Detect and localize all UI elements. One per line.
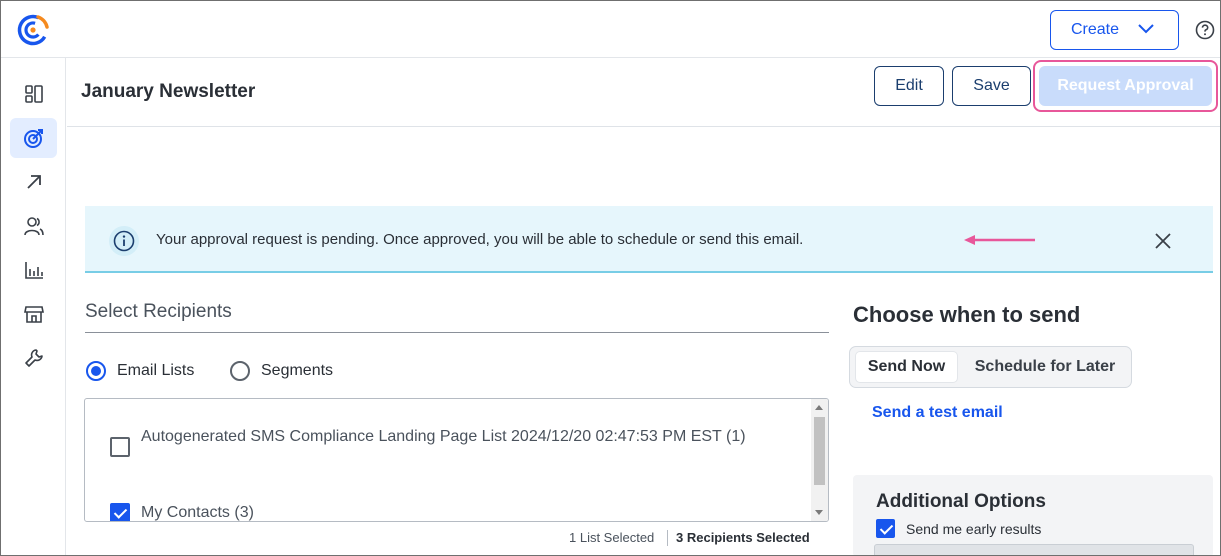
list-item-label: Autogenerated SMS Compliance Landing Pag… (141, 428, 746, 445)
list-checkbox[interactable] (110, 437, 130, 457)
schedule-later-tab[interactable]: Schedule for Later (964, 351, 1126, 383)
radio-segments[interactable]: Segments (230, 360, 333, 382)
request-approval-button[interactable]: Request Approval (1039, 66, 1212, 106)
storefront-icon (23, 306, 44, 323)
constant-contact-logo[interactable] (16, 13, 50, 47)
arrow-up-right-icon (26, 175, 41, 189)
create-button[interactable]: Create (1050, 10, 1179, 50)
radio-label: Email Lists (117, 362, 195, 379)
scroll-thumb[interactable] (814, 417, 825, 485)
save-button[interactable]: Save (952, 66, 1031, 106)
sidebar-item-reporting[interactable] (10, 250, 57, 290)
radio-button-unchecked (230, 361, 250, 381)
reporting-chart-icon (24, 262, 43, 279)
radio-label: Segments (261, 362, 334, 379)
radio-email-lists[interactable]: Email Lists (86, 360, 194, 382)
additional-options-title: Additional Options (876, 491, 1046, 512)
question-circle-icon[interactable] (1195, 20, 1215, 40)
banner-message: Your approval request is pending. Once a… (156, 231, 804, 248)
page-title: January Newsletter (81, 81, 256, 102)
dashboard-icon (24, 85, 43, 103)
early-results-label: Send me early results (906, 520, 1042, 537)
choose-when-title: Choose when to send (853, 302, 1081, 327)
additional-options-panel: Additional Options Send me early results (853, 475, 1213, 555)
campaigns-target-icon (23, 129, 43, 148)
wrench-tools-icon (24, 349, 43, 367)
options-field[interactable] (874, 544, 1194, 555)
select-recipients-title: Select Recipients (85, 301, 232, 322)
chevron-down-icon (1138, 24, 1154, 34)
sidebar-item-dashboard[interactable] (10, 74, 57, 114)
info-icon (109, 226, 139, 256)
send-test-email-link[interactable]: Send a test email (872, 404, 1003, 422)
list-scrollbar[interactable] (811, 399, 828, 521)
contacts-icon (23, 217, 44, 236)
sidebar-item-contacts[interactable] (10, 206, 57, 246)
header-divider (67, 126, 1220, 127)
sidebar (1, 58, 66, 555)
early-results-option[interactable]: Send me early results (876, 519, 1041, 538)
sidebar-item-campaigns[interactable] (10, 118, 57, 158)
email-list-box: Autogenerated SMS Compliance Landing Pag… (84, 398, 829, 522)
summary-divider (667, 530, 668, 546)
list-checkbox[interactable] (110, 503, 130, 521)
list-selected-count: 1 List Selected (569, 530, 655, 545)
early-results-checkbox[interactable] (876, 519, 895, 538)
recipients-selected-count: 3 Recipients Selected (676, 530, 810, 545)
sidebar-item-store[interactable] (10, 294, 57, 334)
list-item[interactable]: My Contacts (3) (110, 503, 781, 521)
scroll-down-arrow-icon[interactable] (815, 510, 823, 515)
app-frame: Create January Newsletter Edit Save Requ… (0, 0, 1221, 556)
create-button-label: Create (1071, 21, 1120, 38)
send-now-tab[interactable]: Send Now (855, 351, 958, 383)
send-timing-toggle: Send Now Schedule for Later (849, 346, 1132, 388)
annotation-arrow-icon (964, 235, 1035, 245)
pending-approval-banner: Your approval request is pending. Once a… (85, 206, 1213, 273)
scroll-up-arrow-icon[interactable] (815, 405, 823, 410)
top-bar: Create (1, 1, 1220, 58)
close-icon[interactable] (1153, 231, 1173, 251)
list-item-label: My Contacts (3) (141, 504, 254, 521)
sidebar-item-tools[interactable] (10, 338, 57, 378)
list-item[interactable]: Autogenerated SMS Compliance Landing Pag… (110, 425, 781, 457)
edit-button[interactable]: Edit (874, 66, 944, 106)
radio-button-checked (86, 361, 106, 381)
sidebar-item-automation[interactable] (10, 162, 57, 202)
select-recipients-divider (85, 332, 829, 333)
